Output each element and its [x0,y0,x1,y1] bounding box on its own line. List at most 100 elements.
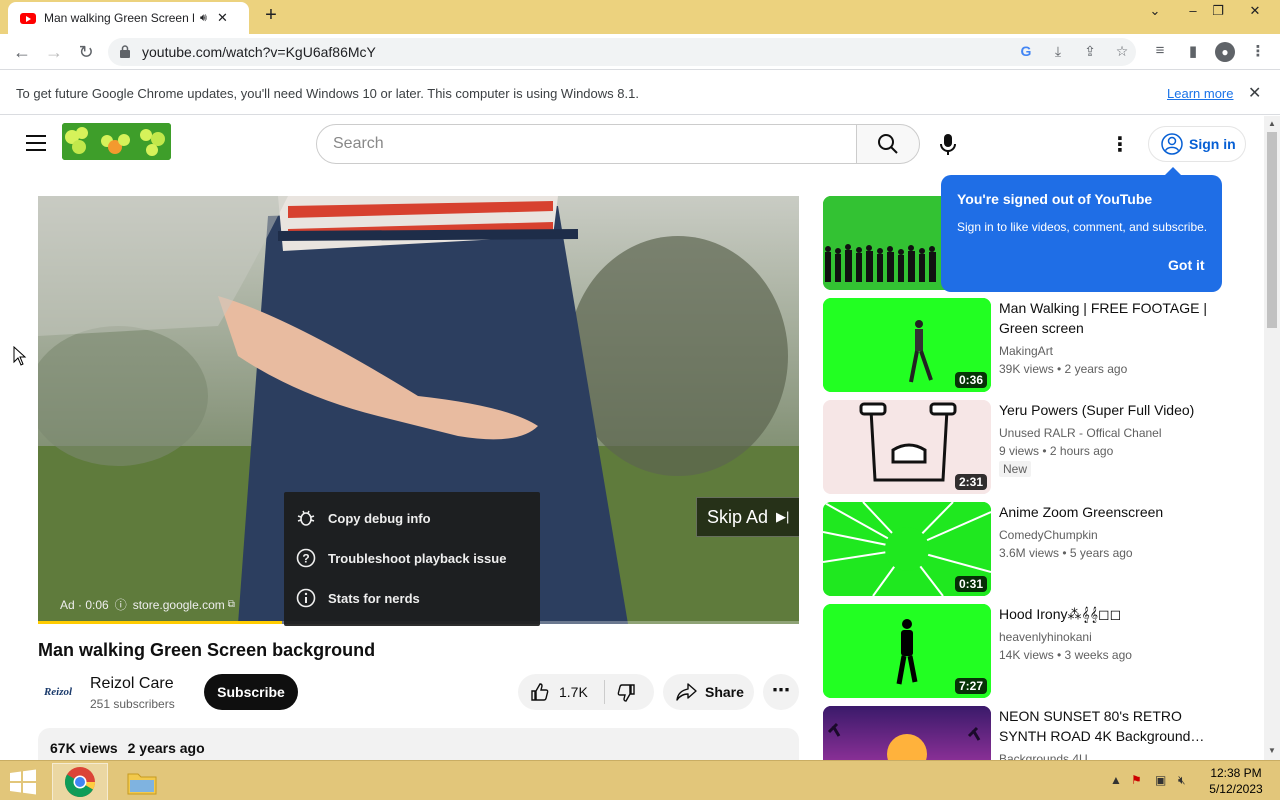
browser-toolbar: ← → ↻ youtube.com/watch?v=KgU6af86McY G … [0,34,1280,70]
recommendation-thumbnail[interactable] [823,706,991,760]
chrome-menu-icon[interactable]: ⋮ [1248,42,1268,62]
recommendation-meta: 9 views • 2 hours ago [999,444,1114,458]
forward-button[interactable]: → [42,40,66,64]
page-scrollbar[interactable]: ▲ ▼ [1264,116,1280,760]
neon-sunset-thumbnail [823,706,991,760]
system-clock[interactable]: 12:38 PM 5/12/2023 [1204,765,1268,797]
url-text: youtube.com/watch?v=KgU6af86McY [142,44,376,60]
account-circle-icon [1161,133,1183,155]
recommendation-thumbnail[interactable]: 0:36 [823,298,991,392]
tab-close-icon[interactable]: ✕ [217,10,228,26]
taskbar-file-explorer[interactable] [114,763,170,801]
recommendation-meta: 14K views • 3 weeks ago [999,648,1132,662]
recommendation-title[interactable]: Yeru Powers (Super Full Video) [999,400,1219,420]
scroll-down-icon[interactable]: ▼ [1268,746,1276,755]
address-bar[interactable]: youtube.com/watch?v=KgU6af86McY G ⤓ ⇪ ☆ [108,38,1136,66]
mouse-cursor-icon [13,346,27,366]
recommendation-title[interactable]: Man Walking | FREE FOOTAGE | Green scree… [999,298,1219,338]
settings-more-icon[interactable]: ⋮ [1110,132,1130,156]
svg-text:?: ? [302,552,309,566]
new-tab-button[interactable]: + [259,4,283,27]
video-duration: 2:31 [954,474,987,490]
upload-age: 2 years ago [127,740,205,756]
recommendation-thumbnail[interactable]: 0:31 [823,502,991,596]
like-count: 1.7K [559,684,588,700]
more-actions-button[interactable]: ⋯ [763,674,799,710]
back-button[interactable]: ← [10,40,34,64]
clock-date: 5/12/2023 [1209,782,1263,796]
action-center-flag-icon[interactable]: ⚑ [1131,773,1142,787]
ad-info: Ad · 0:06 ⓘ store.google.com ⧉ [60,596,235,613]
channel-name[interactable]: Reizol Care [90,675,174,693]
recommendation-item[interactable]: 0:31 Anime Zoom Greenscreen ComedyChumpk… [823,502,1243,598]
search-input[interactable] [333,135,833,153]
network-icon[interactable]: ▣ [1155,773,1166,787]
recommendation-item[interactable]: NEON SUNSET 80's RETRO SYNTH ROAD 4K Bac… [823,706,1243,760]
reload-button[interactable]: ↻ [74,40,98,64]
share-button[interactable]: Share [663,674,754,710]
recommendation-title[interactable]: Hood Irony⁂𝄞𝄞◻◻ [999,604,1219,624]
start-button[interactable] [8,768,38,796]
lock-icon[interactable] [120,45,130,58]
share-arrow-icon [676,683,697,701]
recommendation-channel[interactable]: heavenlyhinokani [999,630,1092,644]
google-translate-icon[interactable]: G [1016,43,1036,61]
recommendation-thumbnail[interactable]: 7:27 [823,604,991,698]
ad-info-icon[interactable]: ⓘ [115,596,127,613]
recommendation-thumbnail[interactable]: 2:31 [823,400,991,494]
recommendation-title[interactable]: Anime Zoom Greenscreen [999,502,1219,522]
volume-muted-icon[interactable]: 🔇︎ [1178,773,1186,788]
voice-search-button[interactable] [932,128,964,160]
copy-debug-info-item[interactable]: Copy debug info [284,498,540,538]
bookmark-star-icon[interactable]: ☆ [1112,43,1132,61]
video-duration: 0:36 [954,372,987,388]
recommendation-channel[interactable]: Backgrounds 4U [999,752,1088,760]
hamburger-menu-icon[interactable] [26,135,46,151]
troubleshoot-playback-item[interactable]: ? Troubleshoot playback issue [284,538,540,578]
scroll-up-icon[interactable]: ▲ [1268,119,1276,128]
recommendation-channel[interactable]: Unused RALR - Offical Chanel [999,426,1162,440]
recommendation-title[interactable]: NEON SUNSET 80's RETRO SYNTH ROAD 4K Bac… [999,706,1219,746]
profile-avatar-icon[interactable]: ● [1215,42,1235,62]
sign-in-button[interactable]: Sign in [1148,126,1246,162]
share-label: Share [705,684,744,700]
got-it-button[interactable]: Got it [1168,257,1205,273]
show-hidden-icons[interactable]: ▲ [1110,773,1122,787]
stats-for-nerds-item[interactable]: Stats for nerds [284,578,540,618]
channel-avatar[interactable]: Reizol [38,672,78,712]
tab-search-icon[interactable]: ⌄ [1142,3,1168,19]
video-duration: 7:27 [954,678,987,694]
recommendation-channel[interactable]: ComedyChumpkin [999,528,1098,542]
recommendation-channel[interactable]: MakingArt [999,344,1053,358]
browser-tab[interactable]: Man walking Green Screen b 🔊︎ ✕ [8,2,249,34]
channel-logo[interactable] [62,123,171,160]
skip-ad-button[interactable]: Skip Ad ▶| [696,497,799,537]
media-controls-icon[interactable]: ≡ [1150,42,1170,62]
audio-playing-icon[interactable]: 🔊︎ [200,12,207,25]
like-divider [604,680,605,704]
thumbs-down-icon [617,684,635,702]
chrome-icon [64,767,96,798]
restore-button[interactable]: ❐ [1205,3,1231,19]
skip-ad-label: Skip Ad [707,506,769,527]
recommendation-meta: 39K views • 2 years ago [999,362,1128,376]
install-app-icon[interactable]: ⤓ [1048,43,1068,61]
search-button[interactable] [856,124,920,164]
learn-more-link[interactable]: Learn more [1167,86,1233,101]
search-field[interactable] [316,124,857,164]
recommendation-item[interactable]: 0:36 Man Walking | FREE FOOTAGE | Green … [823,298,1243,394]
player-context-menu: Copy debug info ? Troubleshoot playback … [284,492,540,626]
minimize-button[interactable]: – [1180,3,1206,18]
window-close-button[interactable]: ✕ [1242,3,1268,19]
recommendation-item[interactable]: 2:31 Yeru Powers (Super Full Video) Unus… [823,400,1243,496]
infobar-close-icon[interactable]: ✕ [1248,83,1261,103]
side-panel-icon[interactable]: ▮ [1183,42,1203,62]
taskbar-chrome[interactable] [52,763,108,801]
dislike-button[interactable] [616,683,636,703]
recommendation-item[interactable]: 7:27 Hood Irony⁂𝄞𝄞◻◻ heavenlyhinokani 14… [823,604,1243,700]
scrollbar-thumb[interactable] [1267,132,1277,328]
copy-debug-info-label: Copy debug info [328,510,431,526]
ad-domain-link[interactable]: store.google.com [133,598,225,612]
subscribe-button[interactable]: Subscribe [204,674,298,710]
share-page-icon[interactable]: ⇪ [1080,43,1100,61]
